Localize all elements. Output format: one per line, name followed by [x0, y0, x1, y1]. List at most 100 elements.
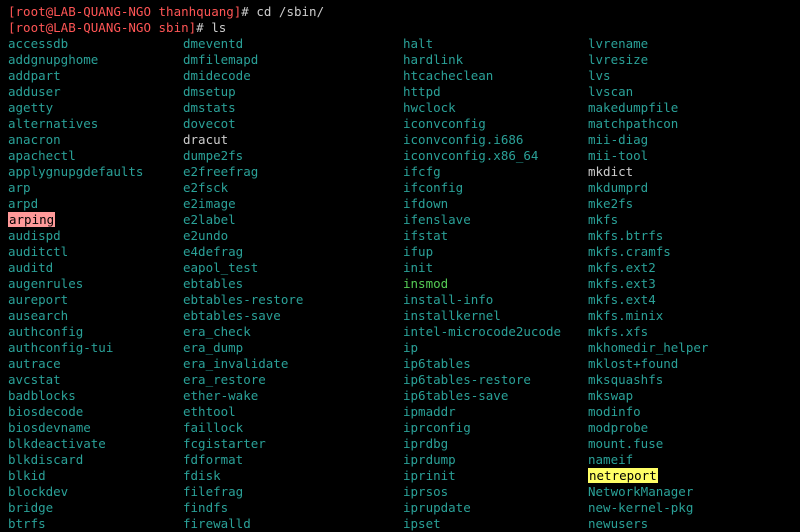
file-entry: httpd [403, 84, 441, 99]
file-entry: authconfig-tui [8, 340, 113, 355]
file-entry: mkfs.ext2 [588, 260, 656, 275]
prompt-line-1: [root@LAB-QUANG-NGO thanhquang]# cd /sbi… [8, 4, 792, 20]
file-entry: mii-diag [588, 132, 648, 147]
file-entry: lvscan [588, 84, 633, 99]
file-entry: mkfs.btrfs [588, 228, 663, 243]
file-entry: dmidecode [183, 68, 251, 83]
file-entry: authconfig [8, 324, 83, 339]
file-entry: era_restore [183, 372, 266, 387]
ls-column-3: lvrenamelvresizelvslvscanmakedumpfilemat… [588, 36, 792, 532]
file-entry: ebtables-save [183, 308, 281, 323]
file-entry: iprdbg [403, 436, 448, 451]
file-entry: aureport [8, 292, 68, 307]
file-entry: lvresize [588, 52, 648, 67]
file-entry: anacron [8, 132, 61, 147]
file-entry: lvs [588, 68, 611, 83]
file-entry: iconvconfig.x86_64 [403, 148, 538, 163]
file-entry: e2image [183, 196, 236, 211]
file-entry: mkfs.ext4 [588, 292, 656, 307]
file-entry: fdformat [183, 452, 243, 467]
file-entry: mkfs.minix [588, 308, 663, 323]
file-entry: augenrules [8, 276, 83, 291]
file-entry: arp [8, 180, 31, 195]
file-entry: ip6tables [403, 356, 471, 371]
file-entry: ausearch [8, 308, 68, 323]
file-entry: insmod [403, 276, 448, 291]
file-entry: addpart [8, 68, 61, 83]
file-entry: biosdevname [8, 420, 91, 435]
file-entry: dumpe2fs [183, 148, 243, 163]
prompt-user: [root@LAB-QUANG-NGO sbin] [8, 20, 196, 35]
file-entry: mii-tool [588, 148, 648, 163]
file-entry: applygnupgdefaults [8, 164, 143, 179]
file-entry: hardlink [403, 52, 463, 67]
file-entry: dmstats [183, 100, 236, 115]
file-entry: netreport [588, 468, 658, 483]
file-entry: autrace [8, 356, 61, 371]
ls-column-0: accessdbaddgnupghomeaddpartadduseragetty… [8, 36, 183, 532]
file-entry: badblocks [8, 388, 76, 403]
file-entry: mkswap [588, 388, 633, 403]
ls-column-1: dmeventddmfilemapddmidecodedmsetupdmstat… [183, 36, 403, 532]
file-entry: ip6tables-restore [403, 372, 531, 387]
file-entry: install-info [403, 292, 493, 307]
file-entry: dmsetup [183, 84, 236, 99]
file-entry: mkfs.xfs [588, 324, 648, 339]
prompt-line-2: [root@LAB-QUANG-NGO sbin]# ls [8, 20, 792, 36]
file-entry: init [403, 260, 433, 275]
file-entry: accessdb [8, 36, 68, 51]
file-entry: e2fsck [183, 180, 228, 195]
file-entry: arping [8, 212, 55, 227]
file-entry: biosdecode [8, 404, 83, 419]
file-entry: e4defrag [183, 244, 243, 259]
file-entry: dracut [183, 132, 228, 147]
file-entry: fdisk [183, 468, 221, 483]
file-entry: mkdumprd [588, 180, 648, 195]
file-entry: e2freefrag [183, 164, 258, 179]
file-entry: era_invalidate [183, 356, 288, 371]
file-entry: era_check [183, 324, 251, 339]
file-entry: addgnupghome [8, 52, 98, 67]
file-entry: e2label [183, 212, 236, 227]
file-entry: blkdiscard [8, 452, 83, 467]
file-entry: ipset [403, 516, 441, 531]
terminal[interactable]: [root@LAB-QUANG-NGO thanhquang]# cd /sbi… [8, 4, 792, 532]
file-entry: htcacheclean [403, 68, 493, 83]
file-entry: filefrag [183, 484, 243, 499]
file-entry: ifenslave [403, 212, 471, 227]
file-entry: iprdump [403, 452, 456, 467]
file-entry: ip6tables-save [403, 388, 508, 403]
file-entry: makedumpfile [588, 100, 678, 115]
file-entry: hwclock [403, 100, 456, 115]
file-entry: blockdev [8, 484, 68, 499]
file-entry: mksquashfs [588, 372, 663, 387]
file-entry: ifdown [403, 196, 448, 211]
file-entry: halt [403, 36, 433, 51]
ls-output: accessdbaddgnupghomeaddpartadduseragetty… [8, 36, 792, 532]
file-entry: ifstat [403, 228, 448, 243]
file-entry: iconvconfig.i686 [403, 132, 523, 147]
file-entry: fcgistarter [183, 436, 266, 451]
file-entry: ifconfig [403, 180, 463, 195]
ls-column-2: halthardlinkhtcachecleanhttpdhwclock icon… [403, 36, 588, 532]
file-entry: dmeventd [183, 36, 243, 51]
file-entry: mkfs [588, 212, 618, 227]
file-entry: e2undo [183, 228, 228, 243]
file-entry: NetworkManager [588, 484, 693, 499]
file-entry: iprinit [403, 468, 456, 483]
file-entry: mkhomedir_helper [588, 340, 708, 355]
file-entry: auditctl [8, 244, 68, 259]
file-entry: ethtool [183, 404, 236, 419]
prompt-user: [root@LAB-QUANG-NGO thanhquang] [8, 4, 241, 19]
file-entry: dmfilemapd [183, 52, 258, 67]
file-entry: dovecot [183, 116, 236, 131]
file-entry: auditd [8, 260, 53, 275]
file-entry: agetty [8, 100, 53, 115]
file-entry: faillock [183, 420, 243, 435]
file-entry: modinfo [588, 404, 641, 419]
file-entry: iprupdate [403, 500, 471, 515]
file-entry: mkfs.cramfs [588, 244, 671, 259]
file-entry: intel-microcode2ucode [403, 324, 561, 339]
file-entry: audispd [8, 228, 61, 243]
file-entry: ether-wake [183, 388, 258, 403]
